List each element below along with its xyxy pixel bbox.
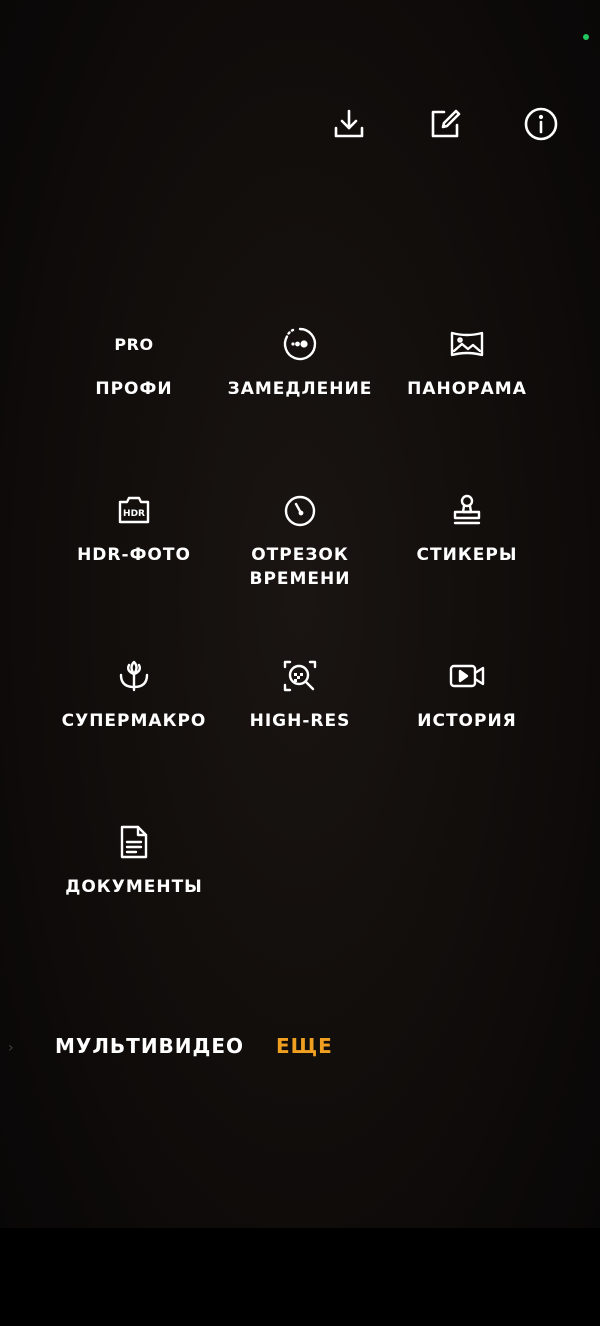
video-play-icon <box>449 664 485 688</box>
mode-timelapse-label: ОТРЕЗОК ВРЕМЕНИ <box>249 545 351 589</box>
mode-high-res[interactable]: HIGH-RES <box>215 657 385 733</box>
scroll-left-indicator: › <box>8 1040 14 1056</box>
mode-stickers-label: СТИКЕРЫ <box>416 545 518 565</box>
high-res-icon <box>283 660 317 692</box>
mode-pro[interactable]: PRO ПРОФИ <box>49 325 219 401</box>
mode-panorama-label: ПАНОРАМА <box>407 379 527 399</box>
camera-more-modes-screen: PRO ПРОФИ ЗАМЕДЛЕНИЕ ПАНОРАМА HDR HDR-ФО… <box>0 0 600 1326</box>
mode-story[interactable]: ИСТОРИЯ <box>382 657 552 733</box>
timelapse-icon <box>284 495 316 527</box>
mode-documents-label: ДОКУМЕНТЫ <box>65 877 203 897</box>
mode-supermacro-label: СУПЕРМАКРО <box>61 711 207 731</box>
mode-supermacro[interactable]: СУПЕРМАКРО <box>49 657 219 733</box>
hdr-icon: HDR <box>118 496 150 524</box>
mode-slow-motion-label: ЗАМЕДЛЕНИЕ <box>227 379 373 399</box>
mode-slow-motion[interactable]: ЗАМЕДЛЕНИЕ <box>215 325 385 401</box>
document-icon <box>120 825 148 859</box>
slow-motion-icon <box>283 327 317 361</box>
download-icon[interactable] <box>331 106 367 142</box>
mode-timelapse[interactable]: ОТРЕЗОК ВРЕМЕНИ <box>215 491 385 591</box>
edit-icon[interactable] <box>427 106 463 142</box>
stamp-icon <box>453 494 481 525</box>
mode-story-label: ИСТОРИЯ <box>417 711 517 731</box>
mode-hdr-label: HDR-ФОТО <box>77 545 191 565</box>
tab-multivideo[interactable]: МУЛЬТИВИДЕО <box>55 1034 244 1058</box>
flower-icon <box>119 660 149 692</box>
camera-mode-tabs: › МУЛЬТИВИДЕО ЕЩЕ <box>0 1034 600 1064</box>
mode-stickers[interactable]: СТИКЕРЫ <box>382 491 552 567</box>
svg-text:HDR: HDR <box>123 509 145 519</box>
tab-more[interactable]: ЕЩЕ <box>276 1034 333 1058</box>
mode-documents[interactable]: ДОКУМЕНТЫ <box>49 823 219 899</box>
mode-hdr[interactable]: HDR HDR-ФОТО <box>49 491 219 567</box>
pro-icon: PRO <box>114 334 154 354</box>
mode-panorama[interactable]: ПАНОРАМА <box>382 325 552 401</box>
privacy-indicator-dot <box>583 34 589 40</box>
panorama-icon <box>450 331 484 357</box>
mode-high-res-label: HIGH-RES <box>249 711 351 731</box>
bottom-navigation-bar <box>0 1228 600 1326</box>
info-icon[interactable] <box>523 106 559 142</box>
mode-pro-label: ПРОФИ <box>95 379 173 399</box>
